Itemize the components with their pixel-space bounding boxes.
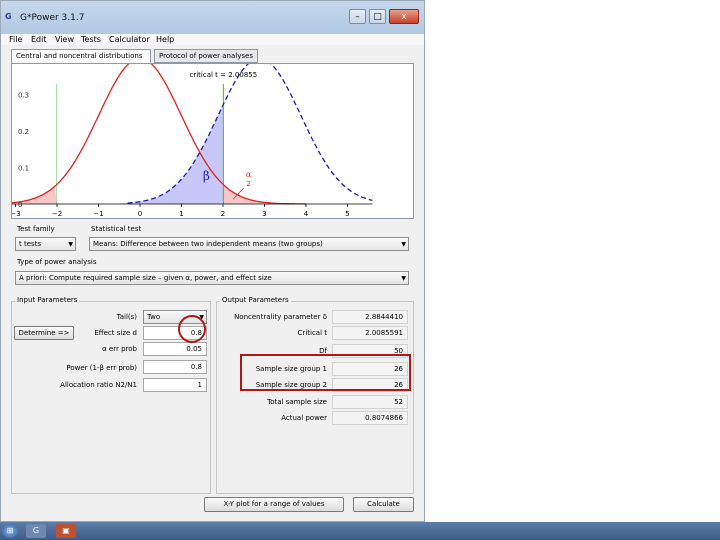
chevron-down-icon: ▼	[401, 275, 406, 282]
y-tick-label: 0.1	[18, 165, 29, 173]
allocation-ratio-label: Allocation ratio N2/N1	[60, 381, 137, 389]
distribution-plot: −3 −2 −1 0 1 2 3 4 5 0.3 0.2 0.1 0 critical t = 2.008…	[11, 63, 414, 219]
central-distribution-curve	[12, 64, 307, 205]
gpower-app-icon: G	[5, 12, 12, 21]
x-tick-label: 0	[138, 210, 142, 218]
test-family-select[interactable]: t tests ▼	[15, 237, 76, 251]
actual-power-value: 0.8074866	[332, 411, 408, 425]
x-tick-label: 3	[262, 210, 266, 218]
power-input[interactable]: 0.8	[143, 360, 207, 374]
power-analysis-label: Type of power analysis	[15, 258, 99, 266]
x-tick-label: 1	[179, 210, 183, 218]
statistical-test-select[interactable]: Means: Difference between two independen…	[89, 237, 409, 251]
test-family-label: Test family	[15, 225, 57, 233]
calculate-button[interactable]: Calculate	[353, 497, 414, 512]
close-button[interactable]: x	[389, 9, 419, 24]
statistical-test-value: Means: Difference between two independen…	[93, 240, 323, 248]
window-title: G*Power 3.1.7	[20, 13, 85, 23]
y-tick-label: 0	[18, 201, 22, 209]
menu-help[interactable]: Help	[156, 34, 174, 45]
alpha-label: α err prob	[102, 345, 137, 353]
alpha-divisor-label: 2	[246, 180, 250, 188]
gpower-window: G G*Power 3.1.7 – □ x File Edit View Tes…	[0, 0, 425, 522]
critical-t-value: 2.0085591	[332, 326, 408, 340]
input-parameters-label: Input Parameters	[15, 296, 80, 304]
actual-power-label: Actual power	[281, 414, 327, 422]
title-bar[interactable]: G G*Power 3.1.7 – □ x	[1, 1, 424, 34]
taskbar: ⊞ G ▣	[0, 522, 720, 540]
minimize-button[interactable]: –	[349, 9, 366, 24]
distribution-svg: −3 −2 −1 0 1 2 3 4 5 0.3 0.2 0.1 0 critical t = 2.008…	[12, 64, 373, 218]
gpower-taskbar-icon[interactable]: G	[26, 524, 46, 538]
total-sample-size-label: Total sample size	[267, 398, 327, 406]
tails-value: Two	[147, 313, 161, 321]
menu-file[interactable]: File	[9, 34, 22, 45]
x-tick-label: −3	[12, 210, 21, 218]
power-label: Power (1-β err prob)	[66, 364, 137, 372]
beta-label: β	[203, 169, 210, 183]
beta-area	[119, 105, 224, 204]
tab-distributions[interactable]: Central and noncentral distributions	[11, 49, 151, 64]
critical-t-label: Critical t	[297, 329, 327, 337]
x-tick-label: 2	[221, 210, 225, 218]
menu-tests[interactable]: Tests	[81, 34, 101, 45]
output-parameters-label: Output Parameters	[220, 296, 291, 304]
tab-protocol[interactable]: Protocol of power analyses	[154, 49, 258, 63]
noncentrality-label: Noncentrality parameter δ	[234, 313, 327, 321]
x-tick-label: 4	[304, 210, 309, 218]
highlight-rectangle	[240, 354, 411, 391]
y-tick-label: 0.3	[18, 92, 29, 100]
alpha-input[interactable]: 0.05	[143, 342, 207, 356]
highlight-circle	[178, 315, 206, 343]
menu-calculator[interactable]: Calculator	[109, 34, 150, 45]
total-sample-size-value: 52	[332, 395, 408, 409]
allocation-ratio-input[interactable]: 1	[143, 378, 207, 392]
tails-label: Tail(s)	[116, 313, 137, 321]
x-tick-label: −1	[93, 210, 103, 218]
x-tick-label: −2	[52, 210, 62, 218]
menu-bar: File Edit View Tests Calculator Help	[1, 34, 424, 45]
maximize-button[interactable]: □	[369, 9, 386, 24]
y-tick-label: 0.2	[18, 128, 29, 136]
menu-edit[interactable]: Edit	[31, 34, 47, 45]
effect-size-label: Effect size d	[94, 329, 137, 337]
critical-t-annotation: critical t = 2.00855	[190, 71, 258, 79]
start-button-icon[interactable]: ⊞	[2, 524, 18, 538]
power-analysis-select[interactable]: A priori: Compute required sample size –…	[15, 271, 409, 285]
chevron-down-icon: ▼	[401, 241, 406, 248]
x-tick-label: 5	[345, 210, 349, 218]
xy-plot-button[interactable]: X-Y plot for a range of values	[204, 497, 344, 512]
chevron-down-icon: ▼	[68, 241, 73, 248]
test-family-value: t tests	[19, 240, 42, 248]
power-analysis-value: A priori: Compute required sample size –…	[19, 274, 272, 282]
statistical-test-label: Statistical test	[89, 225, 144, 233]
app-taskbar-icon[interactable]: ▣	[56, 524, 76, 538]
noncentrality-value: 2.8844410	[332, 310, 408, 324]
menu-view[interactable]: View	[55, 34, 74, 45]
alpha-label: α	[246, 170, 252, 179]
